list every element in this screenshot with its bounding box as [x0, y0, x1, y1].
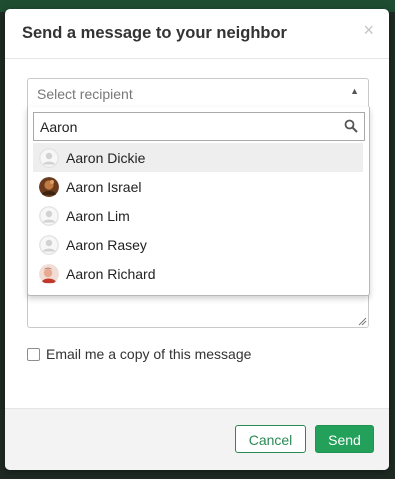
recipient-dropdown: Aaron Dickie Aaron Israel: [27, 107, 370, 296]
cancel-button[interactable]: Cancel: [235, 425, 306, 453]
resize-handle-icon[interactable]: [358, 317, 367, 326]
close-icon[interactable]: ×: [363, 20, 374, 41]
recipient-search-input[interactable]: [34, 113, 340, 140]
default-avatar-icon: [39, 148, 59, 168]
modal-footer: Cancel Send: [5, 408, 389, 470]
send-button[interactable]: Send: [315, 425, 374, 453]
default-avatar-icon: [39, 206, 59, 226]
result-name: Aaron Rasey: [66, 237, 147, 253]
default-avatar-icon: [39, 235, 59, 255]
recipient-select-placeholder: Select recipient: [37, 86, 133, 102]
result-aaron-dickie[interactable]: Aaron Dickie: [33, 143, 363, 172]
photo-avatar-icon: [39, 264, 59, 284]
result-aaron-rasey[interactable]: Aaron Rasey: [33, 230, 363, 259]
email-copy-label[interactable]: Email me a copy of this message: [46, 346, 251, 362]
result-aaron-israel[interactable]: Aaron Israel: [33, 172, 363, 201]
caret-up-icon: ▲: [350, 86, 359, 96]
modal-title: Send a message to your neighbor: [22, 24, 287, 42]
email-copy-checkbox[interactable]: [27, 348, 40, 361]
result-name: Aaron Israel: [66, 179, 142, 195]
result-name: Aaron Dickie: [66, 150, 146, 166]
modal-header: Send a message to your neighbor ×: [5, 9, 389, 59]
recipient-search-box[interactable]: [33, 112, 365, 141]
result-aaron-richard[interactable]: Aaron Richard: [33, 259, 363, 288]
photo-avatar-icon: [39, 177, 59, 197]
result-aaron-lim[interactable]: Aaron Lim: [33, 201, 363, 230]
recipient-results-list: Aaron Dickie Aaron Israel Aaron Lim Aaro…: [33, 143, 363, 288]
result-name: Aaron Lim: [66, 208, 130, 224]
recipient-select[interactable]: Select recipient ▲: [27, 78, 369, 109]
result-name: Aaron Richard: [66, 266, 156, 282]
search-icon: [344, 119, 358, 133]
message-modal: Send a message to your neighbor × Select…: [5, 9, 389, 470]
